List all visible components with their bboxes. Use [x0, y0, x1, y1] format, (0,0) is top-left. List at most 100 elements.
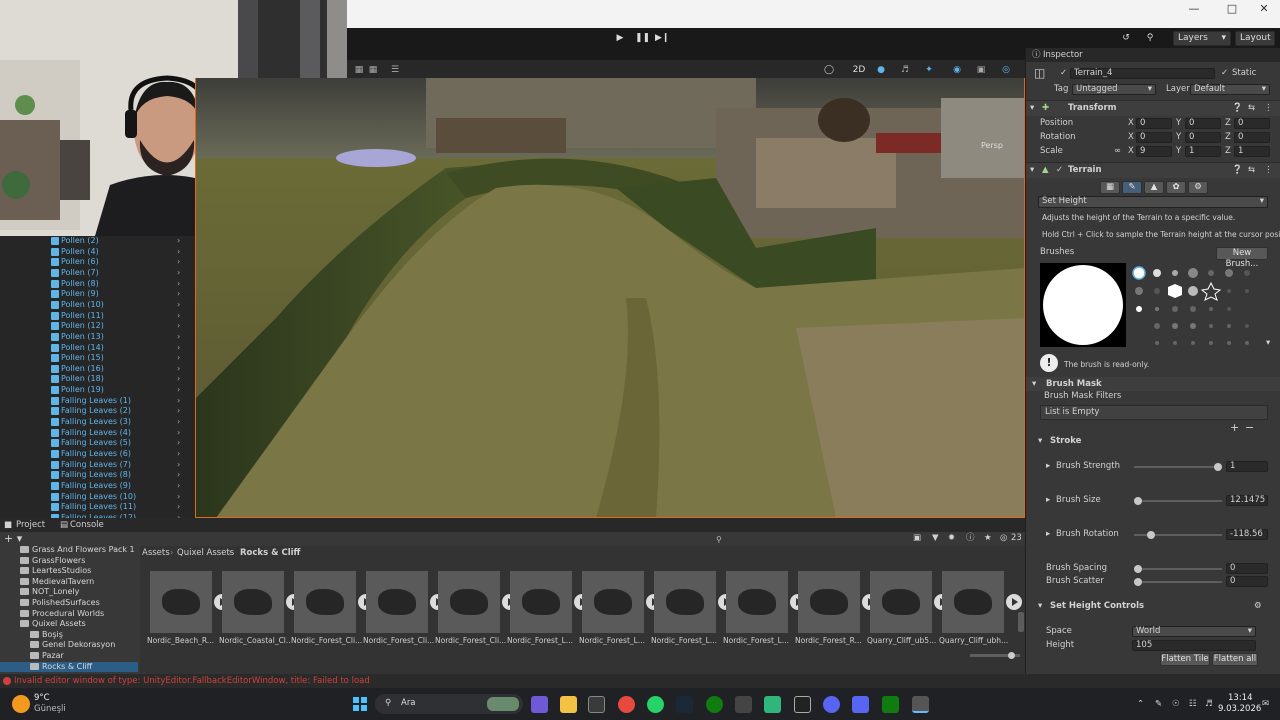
clock-time[interactable]: 13:14 — [1228, 693, 1253, 704]
transform-header[interactable]: ▾ ✚ Transform ❔ ⇆ ⋮ — [1026, 100, 1280, 116]
open-prefab-arrow-icon[interactable]: › — [177, 374, 180, 384]
hierarchy-item[interactable]: Pollen (13) › — [0, 332, 195, 343]
taskbar-search-box[interactable]: ⚲ Ara — [375, 694, 523, 714]
scale-z-field[interactable]: 1 — [1234, 146, 1270, 157]
pause-button[interactable]: ❚❚ — [635, 31, 650, 45]
project-folder-item[interactable]: PolishedSurfaces — [0, 598, 138, 609]
asset-thumbnail[interactable] — [294, 571, 356, 633]
brush-palette[interactable] — [1130, 263, 1260, 347]
hierarchy-item[interactable]: Pollen (9) › — [0, 289, 195, 300]
tag-dropdown[interactable]: Untagged ▾ — [1072, 84, 1156, 95]
asset-thumbnail[interactable] — [366, 571, 428, 633]
weather-city[interactable]: Güneşli — [34, 704, 66, 715]
project-folder-item[interactable]: Pazar — [0, 651, 138, 662]
open-prefab-arrow-icon[interactable]: › — [177, 396, 180, 406]
hierarchy-item[interactable]: Falling Leaves (8) › — [0, 470, 195, 481]
asset-thumbnail[interactable] — [582, 571, 644, 633]
audio-icon[interactable]: ♬ — [899, 63, 911, 77]
open-prefab-arrow-icon[interactable]: › — [177, 247, 180, 257]
pen-icon[interactable]: ✎ — [1155, 699, 1162, 710]
open-prefab-arrow-icon[interactable]: › — [177, 364, 180, 374]
hierarchy-item[interactable]: Falling Leaves (9) › — [0, 481, 195, 492]
brush-spacing-slider[interactable] — [1134, 568, 1222, 570]
hierarchy-item[interactable]: Falling Leaves (3) › — [0, 417, 195, 428]
hierarchy-item[interactable]: Pollen (4) › — [0, 247, 195, 258]
layers-dropdown[interactable]: Layers ▾ — [1173, 31, 1231, 46]
scale-y-field[interactable]: 1 — [1185, 146, 1221, 157]
unity-hub-icon[interactable] — [735, 696, 752, 713]
hierarchy-item[interactable]: Pollen (15) › — [0, 353, 195, 364]
search-icon[interactable]: ⚲ — [716, 535, 722, 544]
effects-icon[interactable]: ✦ — [923, 63, 935, 77]
help-icon[interactable]: ❔ — [1232, 103, 1243, 114]
brush-spacing-knob[interactable] — [1134, 565, 1142, 573]
brush-scatter-slider[interactable] — [1134, 581, 1222, 583]
notification-bell-icon[interactable]: ✉ — [1262, 699, 1269, 710]
asset-scrollbar[interactable] — [1018, 612, 1024, 632]
open-prefab-arrow-icon[interactable]: › — [177, 449, 180, 459]
project-folder-item[interactable]: GrassFlowers — [0, 556, 138, 567]
space-dropdown[interactable]: World ▾ — [1132, 626, 1256, 637]
foldout-arrow-icon[interactable]: ▸ — [1046, 461, 1050, 472]
project-folder-item[interactable]: Quixel Assets — [0, 619, 138, 630]
brush-size-field[interactable]: 12.1475 — [1226, 495, 1268, 506]
hierarchy-item[interactable]: Pollen (12) › — [0, 321, 195, 332]
rotation-z-field[interactable]: 0 — [1234, 132, 1270, 143]
new-brush-button[interactable]: New Brush... — [1216, 247, 1268, 269]
asset-thumbnail[interactable] — [150, 571, 212, 633]
project-tab[interactable]: Project — [16, 520, 45, 531]
favorite-star-icon[interactable]: ★ — [984, 533, 992, 544]
gizmo-orbit-icon[interactable]: ◯ — [821, 63, 837, 77]
paint-details-tool-icon[interactable]: ✿ — [1166, 181, 1186, 194]
open-prefab-arrow-icon[interactable]: › — [177, 438, 180, 448]
create-terrain-tool-icon[interactable]: ▦ — [1100, 181, 1120, 194]
epic-games-icon[interactable] — [794, 696, 811, 713]
hierarchy-item[interactable]: Falling Leaves (2) › — [0, 406, 195, 417]
terrain-settings-tool-icon[interactable]: ⚙ — [1188, 181, 1208, 194]
add-filter-button[interactable]: + — [1230, 422, 1239, 433]
static-checkbox[interactable]: ✓ — [1221, 68, 1228, 79]
chrome-icon[interactable] — [618, 696, 635, 713]
create-button[interactable]: + ▾ — [4, 533, 22, 544]
foldout-arrow-icon[interactable]: ▾ — [1038, 601, 1042, 612]
brush-rotation-field[interactable]: -118.56 — [1226, 529, 1268, 540]
play-button[interactable]: ▶ — [613, 31, 627, 45]
asset-thumbnail[interactable] — [654, 571, 716, 633]
close-button[interactable]: ✕ — [1252, 2, 1276, 16]
whatsapp-icon[interactable] — [647, 696, 664, 713]
rotation-y-field[interactable]: 0 — [1185, 132, 1221, 143]
project-folder-item[interactable]: Genel Dekorasyon — [0, 640, 138, 651]
weather-icon[interactable] — [12, 695, 30, 713]
inspector-tab[interactable]: Inspector — [1043, 50, 1083, 61]
open-prefab-arrow-icon[interactable]: › — [177, 417, 180, 427]
discord-alt-icon[interactable] — [852, 696, 869, 713]
more-menu-icon[interactable]: ⋮ — [1264, 103, 1273, 114]
foldout-arrow-icon[interactable]: ▸ — [1046, 529, 1050, 540]
help-icon[interactable]: ❔ — [1232, 165, 1243, 176]
snap-icon[interactable]: ▦ — [367, 63, 379, 77]
more-menu-icon[interactable]: ⋮ — [1264, 165, 1273, 176]
copilot-icon[interactable] — [531, 696, 548, 713]
paint-trees-tool-icon[interactable]: ▲ — [1144, 181, 1164, 194]
history-icon[interactable]: ↺ — [1119, 31, 1133, 45]
hierarchy-item[interactable]: Pollen (19) › — [0, 385, 195, 396]
hierarchy-item[interactable]: Falling Leaves (7) › — [0, 460, 195, 471]
position-z-field[interactable]: 0 — [1234, 118, 1270, 129]
prefab-expand-button[interactable] — [1006, 594, 1022, 610]
unity-editor-icon[interactable] — [912, 696, 929, 713]
stroke-header[interactable]: ▾ Stroke — [1026, 435, 1280, 449]
brush-scatter-field[interactable]: 0 — [1226, 576, 1268, 587]
active-checkbox[interactable]: ✓ — [1060, 68, 1067, 79]
filter-by-label-icon[interactable]: ▼ — [932, 533, 939, 544]
discord-icon[interactable] — [823, 696, 840, 713]
open-prefab-arrow-icon[interactable]: › — [177, 406, 180, 416]
hierarchy-item[interactable]: Pollen (7) › — [0, 268, 195, 279]
foldout-arrow-icon[interactable]: ▾ — [1030, 103, 1034, 114]
hidden-objects-icon[interactable]: ◉ — [951, 63, 963, 77]
minimize-button[interactable]: — — [1182, 2, 1206, 16]
increment-snap-icon[interactable]: ☰ — [387, 63, 403, 77]
open-prefab-arrow-icon[interactable]: › — [177, 268, 180, 278]
brush-mask-header[interactable]: ▾ Brush Mask — [1026, 377, 1280, 391]
brush-strength-slider[interactable] — [1134, 466, 1222, 468]
pin-icon[interactable]: ✹ — [948, 533, 955, 544]
